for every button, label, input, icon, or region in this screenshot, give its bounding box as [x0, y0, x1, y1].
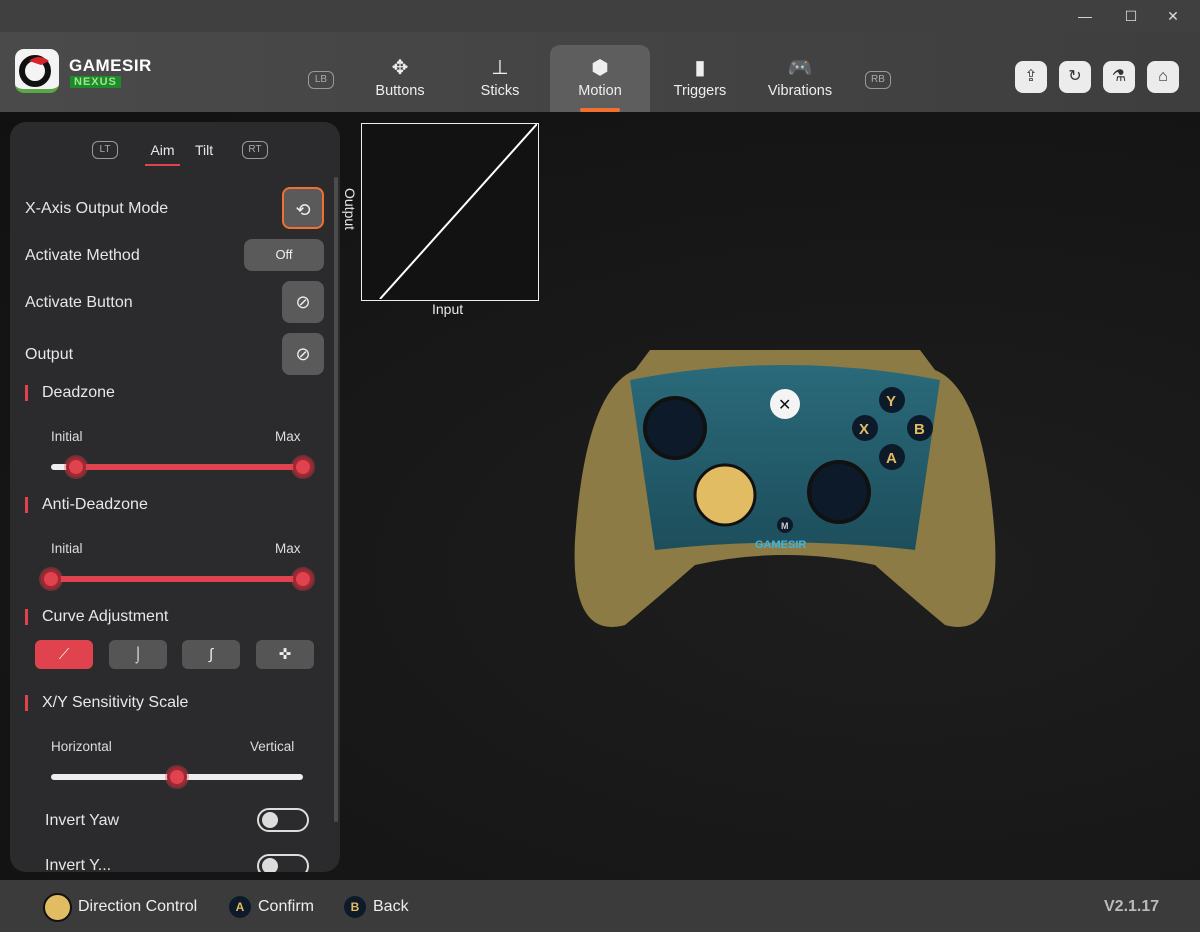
steering-icon: ⟲ [295, 200, 310, 220]
lt-icon[interactable]: LT [92, 141, 118, 159]
settings-panel: LT Aim Tilt RT X-Axis Output Mode ⟲ Acti… [10, 122, 340, 872]
back-hint: Back [373, 898, 409, 916]
right-stick [809, 462, 869, 522]
tab-label: Buttons [375, 83, 424, 99]
sensitivity-handle[interactable] [167, 767, 187, 787]
lb-icon[interactable]: LB [308, 71, 334, 89]
tab-label: Triggers [674, 83, 727, 99]
deadzone-max-handle[interactable] [293, 457, 313, 477]
anti-deadzone-initial-handle[interactable] [41, 569, 61, 589]
dpad-icon [43, 893, 72, 922]
close-button[interactable]: ✕ [1163, 6, 1183, 26]
sensitivity-title: X/Y Sensitivity Scale [25, 695, 188, 711]
direction-control-hint: Direction Control [78, 898, 197, 916]
a-button-icon: A [229, 896, 251, 918]
deadzone-max-label: Max [275, 429, 301, 444]
maximize-button[interactable]: ☐ [1121, 6, 1141, 26]
tab-vibrations[interactable]: 🎮 Vibrations [750, 45, 850, 112]
output-label: Output [25, 346, 73, 364]
svg-text:✕: ✕ [778, 397, 791, 414]
deadzone-range [76, 464, 303, 470]
version-label: V2.1.17 [1104, 898, 1159, 916]
minimize-button[interactable]: — [1075, 6, 1095, 26]
motion-icon: ⬢ [550, 55, 650, 81]
confirm-hint: Confirm [258, 898, 314, 916]
anti-deadzone-range[interactable] [51, 576, 303, 582]
activate-button-label: Activate Button [25, 294, 133, 312]
lab-button[interactable]: ⚗ [1103, 61, 1135, 93]
curve-line [380, 124, 537, 299]
a-button-label: A [886, 450, 897, 467]
curve-adjustment-title: Curve Adjustment [25, 609, 168, 625]
subtab-aim[interactable]: Aim [145, 142, 180, 166]
footer-bar: Direction Control A Confirm B Back V2.1.… [0, 880, 1200, 932]
controller-brand: GAMESIR [755, 539, 806, 551]
graph-xlabel: Input [432, 301, 463, 317]
x-button-label: X [859, 421, 869, 438]
rb-icon[interactable]: RB [865, 71, 891, 89]
custom-curve-icon: ✜ [279, 646, 292, 663]
anti-deadzone-title: Anti-Deadzone [25, 497, 148, 513]
rt-icon[interactable]: RT [242, 141, 268, 159]
activate-method-select[interactable]: Off [244, 239, 324, 271]
y-button-label: Y [886, 393, 896, 410]
invert-yaw-label: Invert Yaw [45, 812, 119, 830]
reset-button[interactable]: ↻ [1059, 61, 1091, 93]
tab-label: Motion [578, 83, 622, 99]
horizontal-label: Horizontal [51, 739, 112, 754]
dpad [695, 465, 755, 525]
triggers-icon: ▮ [650, 55, 750, 81]
home-button[interactable]: ⌂ [1147, 61, 1179, 93]
curve-custom-button[interactable]: ✜ [256, 640, 314, 669]
buttons-icon: ✥ [350, 55, 450, 81]
curve-exponential-button[interactable]: ⌡ [109, 640, 167, 669]
b-button-icon: B [344, 896, 366, 918]
curve-s-button[interactable]: ∫ [182, 640, 240, 669]
sticks-icon: ⊥ [450, 55, 550, 81]
disabled-icon: ⊘ [295, 344, 310, 364]
anti-deadzone-initial-label: Initial [51, 541, 83, 556]
anti-deadzone-max-handle[interactable] [293, 569, 313, 589]
tab-label: Sticks [481, 83, 520, 99]
tab-buttons[interactable]: ✥ Buttons [350, 45, 450, 112]
controller-image: ✕ Y X B A M GAMESIR [565, 340, 1005, 640]
upload-button[interactable]: ⇪ [1015, 61, 1047, 93]
activate-button-select[interactable]: ⊘ [282, 281, 324, 323]
disabled-icon: ⊘ [295, 292, 310, 312]
exponential-curve-icon: ⌡ [133, 646, 142, 663]
invert-next-label: Invert Y... [45, 857, 111, 872]
subtab-tilt[interactable]: Tilt [195, 142, 213, 158]
invert-yaw-toggle[interactable] [257, 808, 309, 832]
graph-ylabel: Output [342, 188, 358, 230]
invert-next-toggle[interactable] [257, 854, 309, 872]
title-bar: — ☐ ✕ [0, 0, 1200, 32]
vibrations-icon: 🎮 [750, 55, 850, 81]
brand-sub: NEXUS [70, 76, 121, 88]
gamesir-logo-icon [15, 49, 59, 93]
x-axis-output-mode-button[interactable]: ⟲ [282, 187, 324, 229]
deadzone-initial-handle[interactable] [66, 457, 86, 477]
tab-label: Vibrations [768, 83, 832, 99]
s-curve-icon: ∫ [209, 646, 213, 663]
header: GAMESIR NEXUS LB ✥ Buttons ⊥ Sticks ⬢ Motio… [0, 32, 1200, 112]
deadzone-initial-label: Initial [51, 429, 83, 444]
x-axis-output-mode-label: X-Axis Output Mode [25, 200, 168, 218]
activate-method-label: Activate Method [25, 247, 140, 265]
tab-triggers[interactable]: ▮ Triggers [650, 45, 750, 112]
tab-sticks[interactable]: ⊥ Sticks [450, 45, 550, 112]
curve-graph [361, 123, 539, 301]
output-select[interactable]: ⊘ [282, 333, 324, 375]
deadzone-title: Deadzone [25, 385, 115, 401]
m-button-label: M [781, 521, 789, 531]
tab-motion[interactable]: ⬢ Motion [550, 45, 650, 112]
left-stick [645, 398, 705, 458]
brand-name: GAMESIR [69, 56, 152, 76]
linear-curve-icon: ⟋ [59, 646, 70, 663]
panel-scrollbar[interactable] [334, 177, 338, 822]
anti-deadzone-max-label: Max [275, 541, 301, 556]
vertical-label: Vertical [250, 739, 294, 754]
b-button-label: B [914, 421, 925, 438]
curve-linear-button[interactable]: ⟋ [35, 640, 93, 669]
